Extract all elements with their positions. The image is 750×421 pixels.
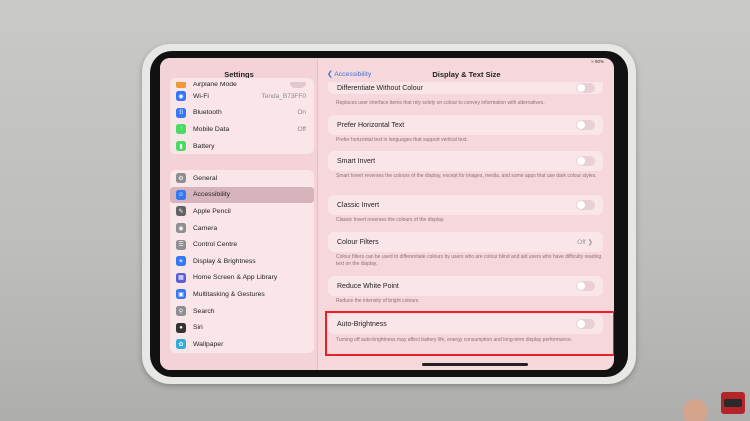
home-indicator [422,363,528,366]
settings-sidebar: Settings Airplane Mode ◉ Wi-Fi Tenda_B73… [160,58,318,370]
sidebar-group-general: ⚙ General ☺ Accessibility ✎ Apple Pencil… [170,170,314,353]
sidebar-group-connectivity: Airplane Mode ◉ Wi-Fi Tenda_B73FF0 ℬ Blu… [170,78,314,155]
mobile-data-value: Off [297,125,306,133]
chevron-right-icon: ❯ [587,239,593,246]
sidebar-item-display-brightness[interactable]: ☀ Display & Brightness [170,253,314,270]
colour-filters-row[interactable]: Colour Filters Off ❯ [328,232,603,252]
sidebar-item-battery[interactable]: ▮ Battery [170,138,314,155]
row-label: Colour Filters [337,238,379,246]
sidebar-item-label: Mobile Data [193,125,230,133]
differentiate-description: Replaces user interface items that rely … [336,100,545,106]
row-label: Prefer Horizontal Text [337,121,405,129]
sidebar-item-siri[interactable]: ● Siri [170,319,314,336]
sidebar-item-bluetooth[interactable]: ℬ Bluetooth On [170,105,314,122]
home-screen-icon: ▦ [176,272,186,283]
sidebar-item-label: Camera [193,224,218,232]
auto-brightness-highlight-box [325,311,614,356]
sidebar-item-label: Bluetooth [193,109,222,117]
bluetooth-icon: ℬ [176,107,186,118]
sidebar-item-label: Accessibility [193,191,231,199]
sidebar-item-search[interactable]: ⚲ Search [170,303,314,320]
siri-icon: ● [176,322,186,333]
hand-thumb [683,399,707,421]
differentiate-without-colour-toggle[interactable] [576,83,595,93]
colour-filters-description: Colour filters can be used to differenti… [336,254,602,267]
sun-icon: ☀ [176,256,186,267]
sidebar-item-general[interactable]: ⚙ General [170,170,314,187]
sidebar-item-label: Home Screen & App Library [193,274,278,282]
battery-icon: ▮ [176,141,186,152]
reduce-white-point-description: Reduce the intensity of bright colours. [336,298,420,304]
reduce-white-point-row[interactable]: Reduce White Point [328,276,603,296]
prefer-horizontal-text-toggle[interactable] [576,120,595,130]
smart-invert-description: Smart Invert reverses the colours of the… [336,173,597,179]
sidebar-item-label: Battery [193,142,215,150]
reduce-white-point-toggle[interactable] [576,281,595,291]
antenna-icon: ↑ [176,124,186,135]
multitasking-icon: ▣ [176,289,186,300]
search-icon: ⚲ [176,306,186,317]
bluetooth-value: On [297,109,306,117]
differentiate-without-colour-row[interactable]: Differentiate Without Colour [328,82,603,94]
chevron-left-icon: ❮ [327,71,333,78]
accessibility-icon: ☺ [176,189,186,200]
wallpaper-icon: ✿ [176,339,186,350]
sidebar-item-wifi[interactable]: ◉ Wi-Fi Tenda_B73FF0 [170,88,314,105]
sidebar-item-apple-pencil[interactable]: ✎ Apple Pencil [170,203,314,220]
sidebar-item-label: Control Centre [193,241,238,249]
wifi-icon: ◉ [176,91,186,102]
sidebar-item-camera[interactable]: ◉ Camera [170,220,314,237]
sidebar-item-label: Wi-Fi [193,92,209,100]
sidebar-item-accessibility[interactable]: ☺ Accessibility [170,186,314,204]
sidebar-item-wallpaper[interactable]: ✿ Wallpaper [170,336,314,353]
pencil-icon: ✎ [176,206,186,217]
channel-logo-icon [721,392,745,414]
colour-filters-value: Off [577,239,586,246]
sidebar-item-label: Wallpaper [193,340,224,348]
wifi-network-value: Tenda_B73FF0 [261,92,306,100]
sidebar-item-label: Display & Brightness [193,257,256,265]
camera-icon: ◉ [176,223,186,234]
sidebar-item-mobile-data[interactable]: ↑ Mobile Data Off [170,121,314,138]
sidebar-item-label: General [193,174,218,182]
row-label: Classic Invert [337,201,380,209]
row-label: Reduce White Point [337,282,399,290]
smart-invert-toggle[interactable] [576,156,595,166]
sidebar-item-control-centre[interactable]: ☰ Control Centre [170,236,314,253]
classic-invert-toggle[interactable] [576,200,595,210]
prefer-horizontal-description: Prefer horizontal text in languages that… [336,137,468,143]
prefer-horizontal-text-row[interactable]: Prefer Horizontal Text [328,115,603,135]
sidebar-item-home-screen[interactable]: ▦ Home Screen & App Library [170,270,314,287]
back-label: Accessibility [334,71,372,78]
sidebar-item-label: Apple Pencil [193,207,231,215]
gear-icon: ⚙ [176,173,186,184]
sidebar-item-label: Search [193,307,215,315]
row-label: Smart Invert [337,157,376,165]
sidebar-item-airplane-mode[interactable]: Airplane Mode [170,78,314,88]
ipad-screen: 13:31 Mon 24 Jun ≈ 90% Settings Airplane… [160,58,614,370]
classic-invert-description: Classic Invert reverses the colours of t… [336,217,445,223]
sidebar-item-label: Siri [193,324,203,332]
sidebar-item-label: Multitasking & Gestures [193,290,265,298]
smart-invert-row[interactable]: Smart Invert [328,151,603,171]
back-button[interactable]: ❮ Accessibility [327,70,371,78]
sidebar-item-multitasking[interactable]: ▣ Multitasking & Gestures [170,286,314,303]
row-label: Differentiate Without Colour [337,84,423,92]
control-centre-icon: ☰ [176,239,186,250]
classic-invert-row[interactable]: Classic Invert [328,195,603,215]
